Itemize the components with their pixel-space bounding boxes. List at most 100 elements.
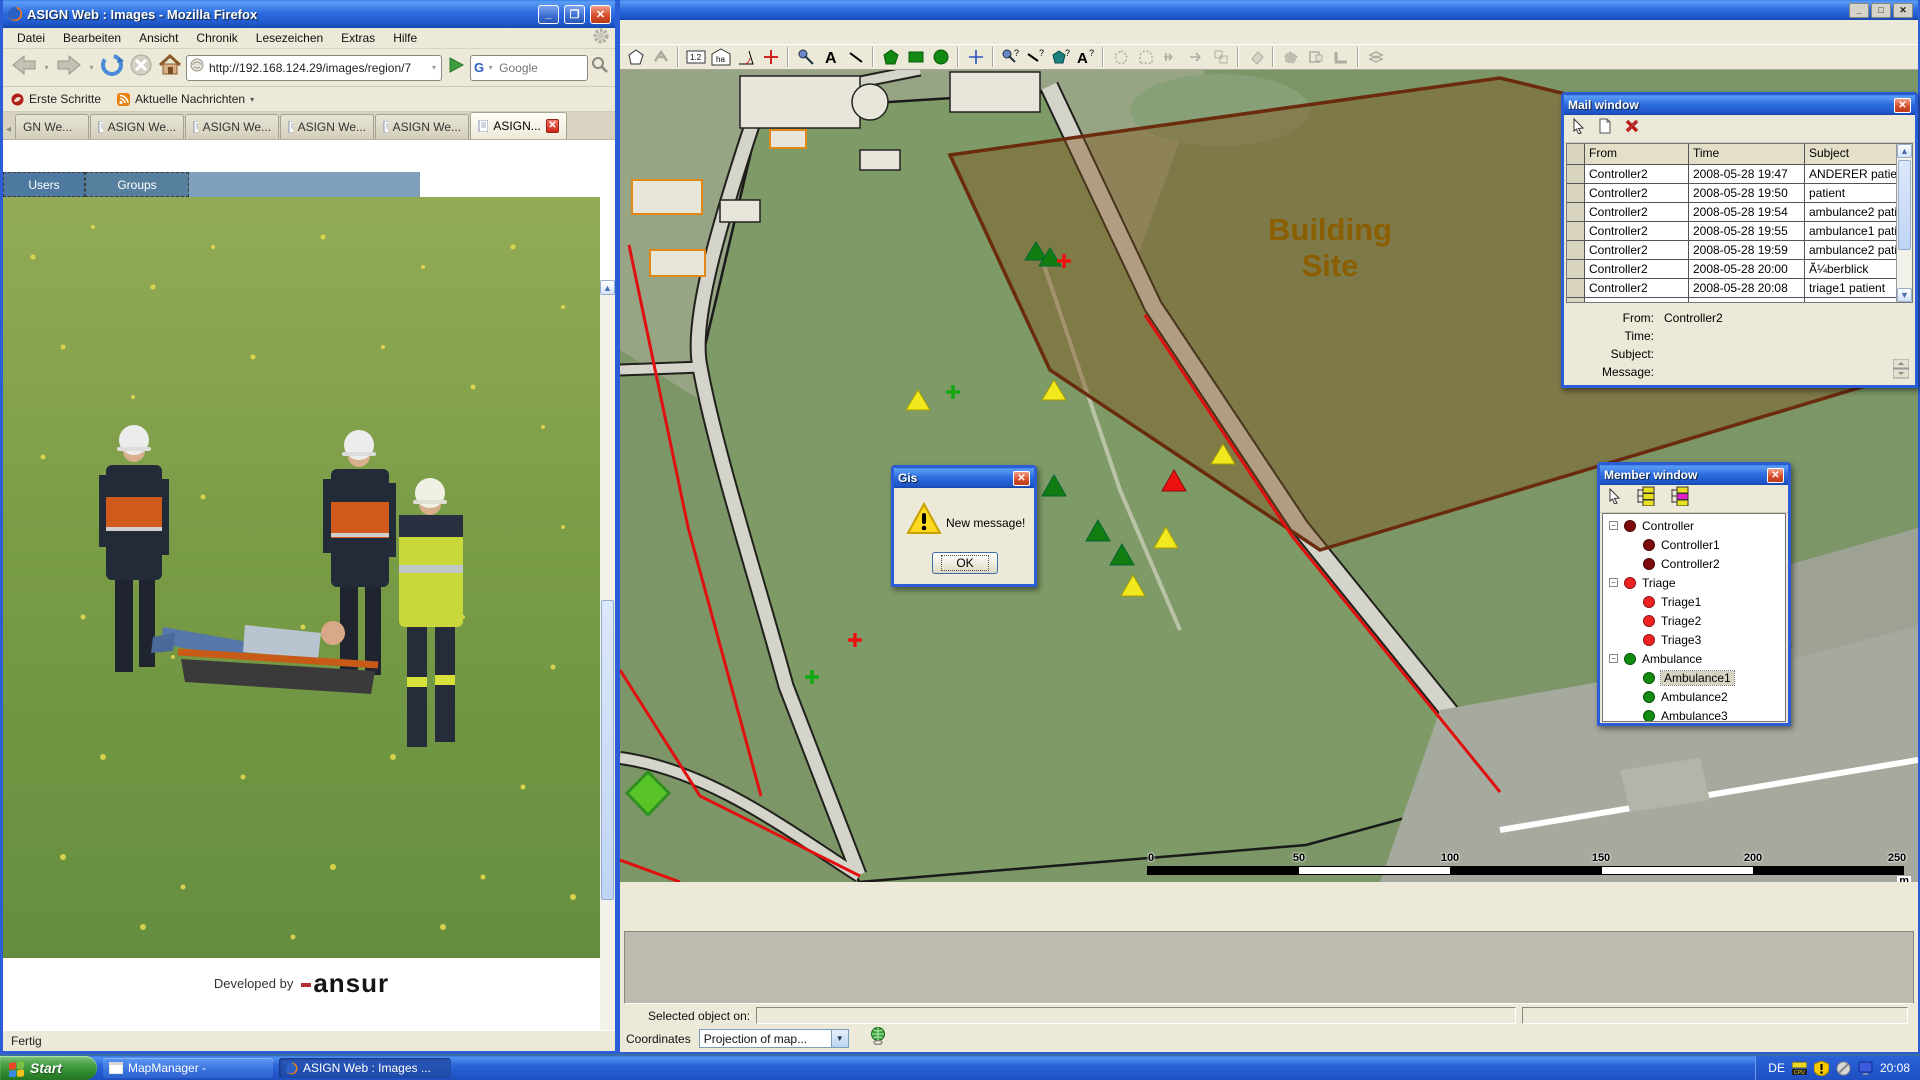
tree-item-controller1[interactable]: Controller1	[1643, 535, 1785, 554]
mail-row[interactable]: Controller22008-05-28 20:08triage1 patie…	[1567, 279, 1912, 298]
browser-tab-5[interactable]: ASIGN We...	[375, 114, 469, 139]
tree-item-triage1[interactable]: Triage1	[1643, 592, 1785, 611]
search-input[interactable]	[497, 60, 584, 76]
tab-close-button[interactable]: ✕	[546, 119, 559, 133]
layers-icon[interactable]	[1364, 46, 1387, 68]
tree-item-controller2[interactable]: Controller2	[1643, 554, 1785, 573]
menu-extras[interactable]: Extras	[333, 29, 383, 47]
tree-item-ambulance3[interactable]: Ambulance3	[1643, 706, 1785, 722]
corner-tool-icon[interactable]	[1329, 46, 1352, 68]
tree-group-controller[interactable]: − Controller	[1603, 516, 1785, 535]
text-query-tool-icon[interactable]: A?	[1074, 46, 1097, 68]
clip-rect-icon[interactable]	[1304, 46, 1327, 68]
tree-edit-icon[interactable]	[1668, 486, 1690, 511]
edit-dome-icon[interactable]	[1134, 46, 1157, 68]
text-tool-icon[interactable]: A	[819, 46, 842, 68]
duplicate-icon[interactable]	[1209, 46, 1232, 68]
edit-polygon-icon[interactable]	[1109, 46, 1132, 68]
close-button[interactable]: ✕	[1893, 3, 1913, 18]
back-dropdown[interactable]: ▾	[42, 57, 51, 79]
message-spinner[interactable]	[1893, 359, 1909, 382]
mail-row[interactable]: Controller22008-05-28 19:55ambulance1 pa…	[1567, 222, 1912, 241]
select-cursor-icon[interactable]	[1572, 118, 1586, 139]
restore-button[interactable]: ❐	[564, 5, 585, 24]
menu-datei[interactable]: Datei	[9, 29, 53, 47]
mail-row[interactable]: Controller22008-05-28 19:54ambulance2 pa…	[1567, 203, 1912, 222]
browser-tab-4[interactable]: ASIGN We...	[280, 114, 374, 139]
tab-groups[interactable]: Groups	[85, 172, 189, 197]
minimize-button[interactable]: _	[1849, 3, 1869, 18]
language-indicator[interactable]: DE	[1768, 1061, 1785, 1075]
home-button[interactable]	[157, 52, 183, 83]
maximize-button[interactable]: □	[1871, 3, 1891, 18]
green-circle-tool-icon[interactable]	[929, 46, 952, 68]
mail-row[interactable]: Controller22008-05-28 20:00Ã¼berblick	[1567, 260, 1912, 279]
tree-item-ambulance1[interactable]: Ambulance1	[1643, 668, 1785, 687]
bookmark-aktuelle-nachrichten[interactable]: Aktuelle Nachrichten ▾	[117, 92, 254, 106]
menu-chronik[interactable]: Chronik	[188, 29, 245, 47]
clock[interactable]: 20:08	[1880, 1061, 1910, 1075]
col-from[interactable]: From	[1585, 144, 1689, 164]
tree-item-triage2[interactable]: Triage2	[1643, 611, 1785, 630]
green-rectangle-tool-icon[interactable]	[904, 46, 927, 68]
mail-row[interactable]: Controller22008-05-28 19:59ambulance2 pa…	[1567, 241, 1912, 260]
map-titlebar[interactable]: _ □ ✕	[620, 0, 1918, 20]
search-engine-dropdown[interactable]: ▾	[487, 57, 494, 79]
close-button[interactable]: ✕	[590, 5, 611, 24]
move-node-icon[interactable]	[1184, 46, 1207, 68]
new-message-icon[interactable]	[1598, 118, 1612, 139]
vertical-scrollbar[interactable]: ▲ ▼	[600, 280, 615, 1030]
line-tool-icon[interactable]	[844, 46, 867, 68]
reload-button[interactable]	[99, 52, 125, 83]
close-icon[interactable]: ✕	[1013, 471, 1030, 486]
back-button[interactable]	[9, 53, 39, 82]
tab-scroll-left-icon[interactable]: ◂	[5, 124, 14, 139]
browser-tab-2[interactable]: ASIGN We...	[90, 114, 184, 139]
col-time[interactable]: Time	[1689, 144, 1805, 164]
go-button[interactable]	[445, 54, 467, 81]
eraser-icon[interactable]	[1244, 46, 1267, 68]
google-logo[interactable]: G	[474, 60, 484, 75]
mail-row[interactable]: Controller22008-05-28 19:47ANDERER patie…	[1567, 165, 1912, 184]
angle-tool-icon[interactable]	[734, 46, 757, 68]
select-region-icon[interactable]	[1279, 46, 1302, 68]
magnifier-icon[interactable]	[591, 56, 609, 79]
mail-row[interactable]: Controller22008-05-28 19:50patient	[1567, 184, 1912, 203]
task-mapmanager[interactable]: MapManager -	[103, 1058, 273, 1078]
menu-bearbeiten[interactable]: Bearbeiten	[55, 29, 129, 47]
minimize-button[interactable]: _	[538, 5, 559, 24]
red-cross-tool-icon[interactable]	[759, 46, 782, 68]
projection-select[interactable]: Projection of map... ▼	[699, 1029, 849, 1048]
forward-button[interactable]	[54, 53, 84, 82]
url-dropdown[interactable]: ▾	[430, 57, 438, 79]
globe-icon[interactable]	[869, 1027, 887, 1050]
dialog-titlebar[interactable]: Gis ✕	[894, 468, 1034, 488]
url-input[interactable]	[207, 60, 427, 76]
security-alert-icon[interactable]	[1814, 1061, 1829, 1076]
menu-lesezeichen[interactable]: Lesezeichen	[248, 29, 331, 47]
measure-value-tool-icon[interactable]: 1.2	[684, 46, 707, 68]
delete-message-icon[interactable]	[1624, 118, 1640, 139]
close-icon[interactable]: ✕	[1894, 98, 1911, 113]
blue-cross-tool-icon[interactable]	[964, 46, 987, 68]
tab-users[interactable]: Users	[3, 172, 85, 197]
line-query-tool-icon[interactable]: ?	[1024, 46, 1047, 68]
stop-button[interactable]	[128, 52, 154, 83]
browser-tab-1[interactable]: GN We...	[15, 114, 89, 139]
add-node-icon[interactable]	[1159, 46, 1182, 68]
close-icon[interactable]: ✕	[1767, 468, 1784, 483]
mail-scrollbar[interactable]: ▲ ▼	[1896, 144, 1912, 302]
menu-hilfe[interactable]: Hilfe	[385, 29, 425, 47]
tree-view-icon[interactable]	[1634, 486, 1656, 511]
member-titlebar[interactable]: Member window ✕	[1600, 465, 1788, 485]
tree-item-triage3[interactable]: Triage3	[1643, 630, 1785, 649]
display-settings-icon[interactable]	[1858, 1061, 1873, 1076]
pin-tool-icon[interactable]	[794, 46, 817, 68]
green-polygon-tool-icon[interactable]	[879, 46, 902, 68]
bookmark-erste-schritte[interactable]: Erste Schritte	[11, 92, 101, 106]
firefox-titlebar[interactable]: ASIGN Web : Images - Mozilla Firefox _ ❐…	[3, 0, 615, 28]
tree-item-ambulance2[interactable]: Ambulance2	[1643, 687, 1785, 706]
polygon-query-tool-icon[interactable]: ?	[1049, 46, 1072, 68]
cpu-meter-icon[interactable]: CPU	[1792, 1061, 1807, 1076]
tree-group-ambulance[interactable]: − Ambulance	[1603, 649, 1785, 668]
